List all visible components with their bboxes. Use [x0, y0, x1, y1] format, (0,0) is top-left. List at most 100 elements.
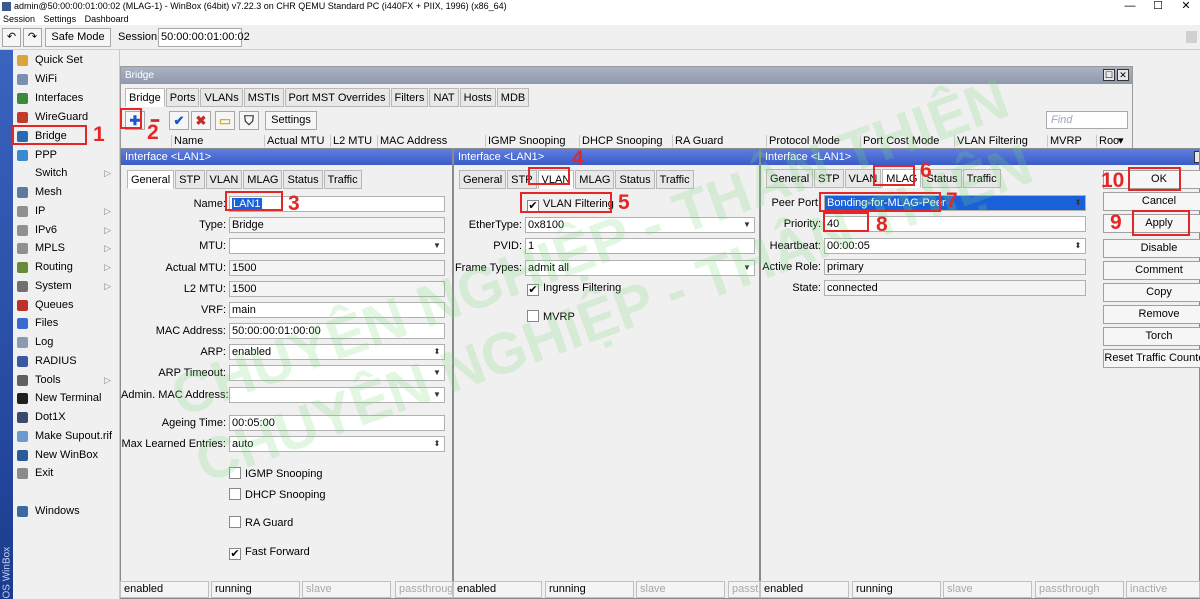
updown-arrow-icon[interactable]: ⬍	[430, 437, 444, 451]
sidebar-item-make-supout-rif[interactable]: Make Supout.rif	[15, 427, 119, 445]
tab-status[interactable]: Status	[615, 170, 655, 189]
tab-status[interactable]: Status	[283, 170, 323, 189]
column-header[interactable]: MVRP	[1047, 135, 1082, 147]
comment-icon[interactable]: ▭	[215, 111, 235, 130]
sidebar-item-new-terminal[interactable]: New Terminal	[15, 389, 119, 407]
sidebar-item-queues[interactable]: Queues	[15, 296, 119, 314]
tab-general[interactable]: General	[127, 170, 175, 189]
remove-button[interactable]: Remove	[1103, 305, 1200, 324]
tab-ports[interactable]: Ports	[165, 88, 200, 107]
tab-bridge[interactable]: Bridge	[125, 88, 165, 107]
tab-stp[interactable]: STP	[814, 169, 844, 188]
sidebar-item-mesh[interactable]: Mesh	[15, 183, 119, 201]
updown-arrow-icon[interactable]: ⬍	[1071, 239, 1085, 253]
sidebar-item-interfaces[interactable]: Interfaces	[15, 89, 119, 107]
heartbeat-field[interactable]: 00:00:05 ⬍	[824, 238, 1086, 254]
column-header[interactable]: MAC Address	[377, 135, 447, 147]
chevron-down-icon[interactable]: ▼	[430, 388, 444, 402]
maximize-icon[interactable]: ☐	[1103, 69, 1115, 81]
chevron-down-icon[interactable]: ▼	[740, 261, 754, 275]
arp-timeout-field[interactable]: ▼	[229, 365, 445, 381]
tab-nat[interactable]: NAT	[429, 88, 459, 107]
disable-button[interactable]: Disable	[1103, 239, 1200, 258]
column-header[interactable]: Port Cost Mode	[860, 135, 939, 147]
sidebar-item-tools[interactable]: Tools ▷	[15, 371, 119, 389]
ethertype-field[interactable]: 0x8100 ▼	[525, 217, 755, 233]
menu-dashboard[interactable]: Dashboard	[85, 14, 129, 24]
menu-settings[interactable]: Settings	[44, 14, 77, 24]
priority-field[interactable]: 40	[824, 216, 1086, 232]
menu-session[interactable]: Session	[3, 14, 35, 24]
vrf-field[interactable]: main	[229, 302, 445, 318]
frame-types-field[interactable]: admit all ▼	[525, 260, 755, 276]
pvid-field[interactable]: 1	[525, 238, 755, 254]
safe-mode-button[interactable]: Safe Mode	[45, 28, 111, 47]
column-header[interactable]: VLAN Filtering	[954, 135, 1028, 147]
igmp-snooping-checkbox[interactable]: IGMP Snooping	[229, 467, 322, 481]
fast-forward-checkbox[interactable]: ✔ Fast Forward	[229, 545, 310, 560]
ingress-filtering-checkbox[interactable]: ✔ Ingress Filtering	[527, 281, 621, 296]
find-input[interactable]: Find	[1046, 111, 1128, 129]
max-learned-field[interactable]: auto ⬍	[229, 436, 445, 452]
redo-icon[interactable]: ↷	[23, 28, 42, 47]
ra-guard-checkbox[interactable]: RA Guard	[229, 516, 293, 530]
arp-field[interactable]: enabled ⬍	[229, 344, 445, 360]
filter-icon[interactable]: ⛉	[239, 111, 259, 130]
tab-mdb[interactable]: MDB	[496, 88, 530, 107]
mvrp-checkbox[interactable]: MVRP	[527, 310, 575, 324]
sidebar-item-new-winbox[interactable]: New WinBox	[15, 446, 119, 464]
sidebar-item-ip[interactable]: IP ▷	[15, 202, 119, 220]
tab-traffic[interactable]: Traffic	[323, 170, 362, 189]
close-icon[interactable]	[1194, 151, 1199, 163]
comment-button[interactable]: Comment	[1103, 261, 1200, 280]
tab-general[interactable]: General	[766, 169, 814, 188]
sidebar-item-log[interactable]: Log	[15, 333, 119, 351]
sidebar-item-routing[interactable]: Routing ▷	[15, 258, 119, 276]
minimize-icon[interactable]: —	[1116, 0, 1144, 13]
chevron-down-icon[interactable]: ▼	[430, 366, 444, 380]
dhcp-snooping-checkbox[interactable]: DHCP Snooping	[229, 488, 326, 502]
disable-icon[interactable]: ✖	[191, 111, 211, 130]
tab-traffic[interactable]: Traffic	[962, 169, 1001, 188]
ageing-field[interactable]: 00:05:00	[229, 415, 445, 431]
tab-mlag[interactable]: MLAG	[575, 170, 615, 189]
tab-vlan[interactable]: VLAN	[537, 170, 575, 189]
tab-stp[interactable]: STP	[507, 170, 537, 189]
enable-icon[interactable]: ✔	[169, 111, 189, 130]
sidebar-item-exit[interactable]: Exit	[15, 464, 119, 482]
column-header[interactable]: L2 MTU	[330, 135, 372, 147]
sidebar-item-ipv6[interactable]: IPv6 ▷	[15, 221, 119, 239]
tab-port-mst-overrides[interactable]: Port MST Overrides	[284, 88, 390, 107]
undo-icon[interactable]: ↶	[2, 28, 21, 47]
tab-filters[interactable]: Filters	[390, 88, 429, 107]
tab-vlan[interactable]: VLAN	[844, 169, 882, 188]
close-icon[interactable]: ✕	[1117, 69, 1129, 81]
sidebar-item-windows[interactable]: Windows	[15, 502, 119, 520]
column-header[interactable]: RA Guard	[672, 135, 723, 147]
sidebar-item-wifi[interactable]: WiFi	[15, 70, 119, 88]
column-header[interactable]: Actual MTU	[264, 135, 324, 147]
session-field[interactable]: 50:00:00:01:00:02	[158, 28, 250, 47]
updown-arrow-icon[interactable]: ⬍	[1071, 196, 1085, 210]
admin-mac-field[interactable]: ▼	[229, 387, 445, 403]
mac-field[interactable]: 50:00:00:01:00:00	[229, 323, 445, 339]
torch-button[interactable]: Torch	[1103, 327, 1200, 346]
tab-hosts[interactable]: Hosts	[459, 88, 496, 107]
column-header[interactable]: IGMP Snooping	[485, 135, 565, 147]
tab-traffic[interactable]: Traffic	[655, 170, 694, 189]
tab-mlag[interactable]: MLAG	[243, 170, 283, 189]
sidebar-item-system[interactable]: System ▷	[15, 277, 119, 295]
maximize-icon[interactable]: ☐	[1144, 0, 1172, 13]
tab-mstis[interactable]: MSTIs	[243, 88, 284, 107]
reset-traffic-counters-button[interactable]: Reset Traffic Counters	[1103, 349, 1200, 368]
tab-stp[interactable]: STP	[175, 170, 205, 189]
sidebar-item-quick-set[interactable]: Quick Set	[15, 51, 119, 69]
sidebar-item-switch[interactable]: Switch ▷	[15, 164, 119, 182]
chevron-down-icon[interactable]: ▼	[740, 218, 754, 232]
sidebar-item-mpls[interactable]: MPLS ▷	[15, 239, 119, 257]
updown-arrow-icon[interactable]: ⬍	[430, 345, 444, 359]
sidebar-item-ppp[interactable]: PPP	[15, 146, 119, 164]
column-header[interactable]: DHCP Snooping	[579, 135, 663, 147]
copy-button[interactable]: Copy	[1103, 283, 1200, 302]
toolbar-scroll-handle[interactable]	[1186, 31, 1197, 43]
